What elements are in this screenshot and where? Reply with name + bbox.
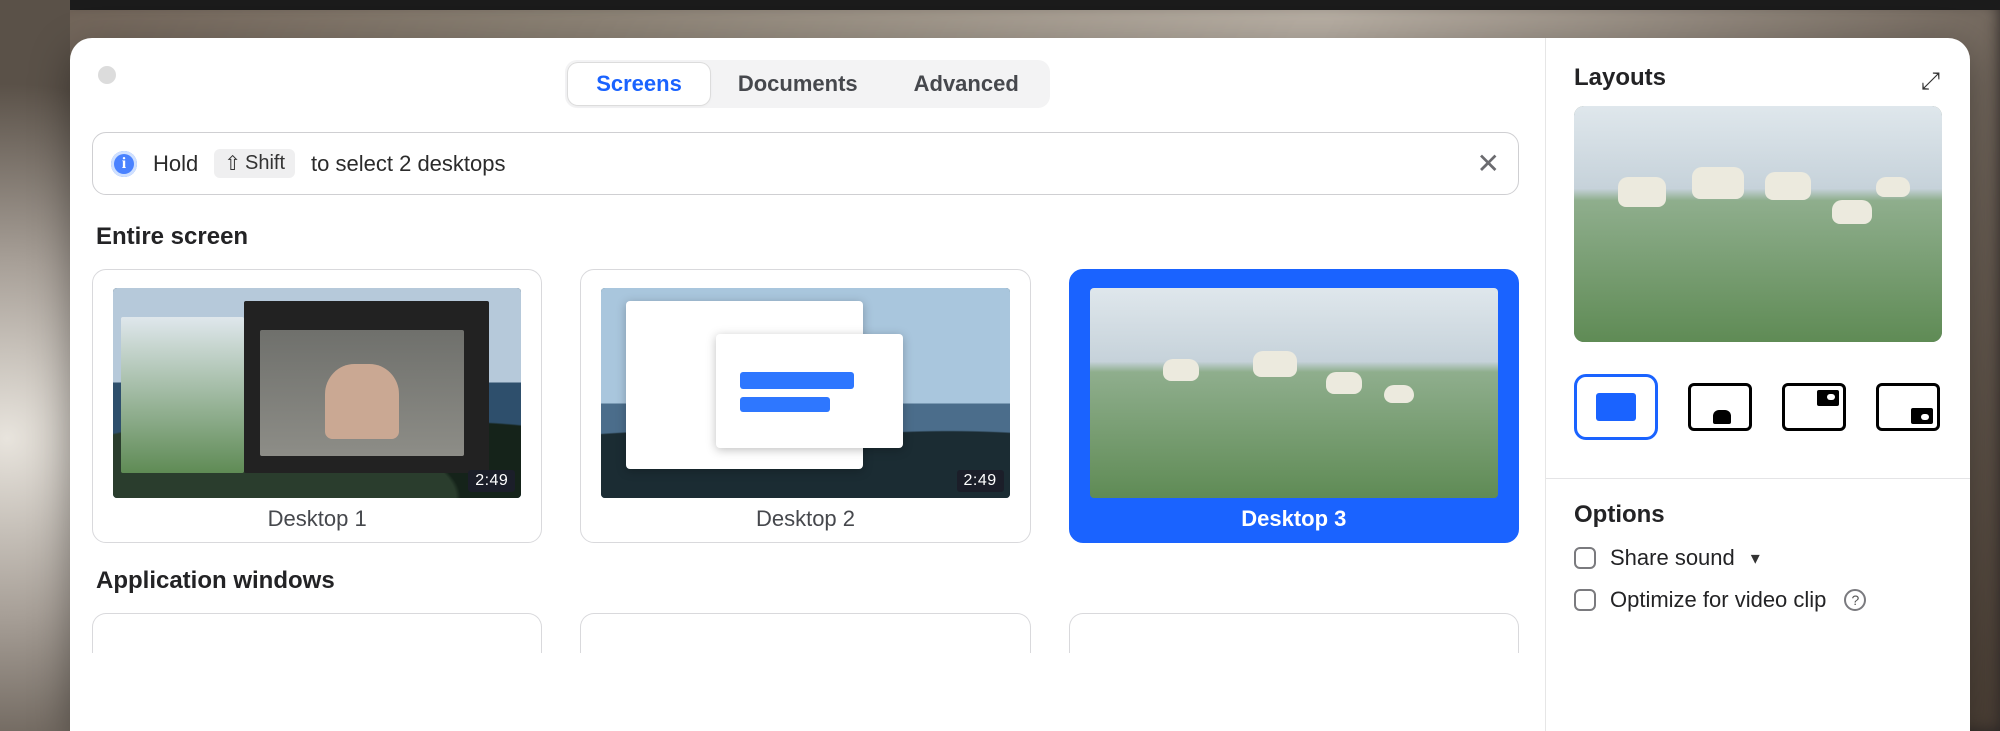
tab-documents[interactable]: Documents [710,63,886,105]
desktop-card-2[interactable]: 2:49 Desktop 2 [580,269,1030,543]
desktop-thumb-1: 2:49 [113,288,521,498]
sidebar-divider [1546,478,1970,479]
help-icon[interactable]: ? [1844,589,1866,611]
shift-key-hint: ⇧ Shift [214,149,295,178]
desktop-thumb-2: 2:49 [601,288,1009,498]
checkbox-optimize-video[interactable] [1574,589,1596,611]
desktop-cards-row: 2:49 Desktop 1 2:49 Desktop 2 [70,269,1545,567]
desktop-card-1[interactable]: 2:49 Desktop 1 [92,269,542,543]
window-top-strip [0,0,2000,10]
hint-banner: i Hold ⇧ Shift to select 2 desktops ✕ [92,132,1519,195]
desktop-label-3: Desktop 3 [1241,506,1346,532]
layout-option-pip-bottom-right[interactable] [1876,383,1940,431]
hint-prefix: Hold [153,151,198,177]
tab-group: Screens Documents Advanced [565,60,1050,108]
hint-suffix: to select 2 desktops [311,151,505,177]
desktop-label-2: Desktop 2 [756,506,855,532]
checkbox-share-sound[interactable] [1574,547,1596,569]
layout-option-pip-top-right[interactable] [1782,383,1846,431]
chevron-down-icon[interactable]: ▾ [1751,548,1760,569]
desktop-card-3[interactable]: Desktop 3 [1069,269,1519,543]
desktop-label-1: Desktop 1 [268,506,367,532]
shift-key-label: Shift [245,152,285,175]
option-optimize-video[interactable]: Optimize for video clip ? [1574,587,1942,613]
sidebar: ⤢ Layouts O [1546,38,1970,731]
layout-option-pip-bottom-center[interactable] [1688,383,1752,431]
background-left-strip [0,0,70,731]
app-window-card[interactable] [580,613,1030,653]
layout-options-row [1574,374,1942,440]
share-sound-label: Share sound [1610,545,1735,571]
section-app-windows: Application windows [96,567,1545,595]
window-control-dot[interactable] [98,66,116,84]
desktop-clock-1: 2:49 [468,470,515,492]
share-screen-dialog: Screens Documents Advanced i Hold ⇧ Shif… [70,38,1970,731]
shift-arrow-icon: ⇧ [224,151,241,176]
desktop-thumb-3 [1090,288,1498,498]
main-column: Screens Documents Advanced i Hold ⇧ Shif… [70,38,1546,731]
layouts-heading: Layouts [1574,64,1942,92]
option-share-sound[interactable]: Share sound ▾ [1574,545,1942,571]
tab-advanced[interactable]: Advanced [886,63,1047,105]
optimize-video-label: Optimize for video clip [1610,587,1826,613]
app-window-card[interactable] [92,613,542,653]
app-window-cards-row [70,613,1545,653]
hint-close-icon[interactable]: ✕ [1477,150,1500,178]
expand-icon[interactable]: ⤢ [1921,68,1940,96]
options-heading: Options [1574,501,1942,529]
desktop-clock-2: 2:49 [957,470,1004,492]
layout-preview [1574,106,1942,342]
tabs: Screens Documents Advanced [70,60,1545,108]
info-icon: i [111,151,137,177]
layout-option-full[interactable] [1574,374,1658,440]
section-entire-screen: Entire screen [96,223,1545,251]
app-window-card[interactable] [1069,613,1519,653]
tab-screens[interactable]: Screens [568,63,710,105]
